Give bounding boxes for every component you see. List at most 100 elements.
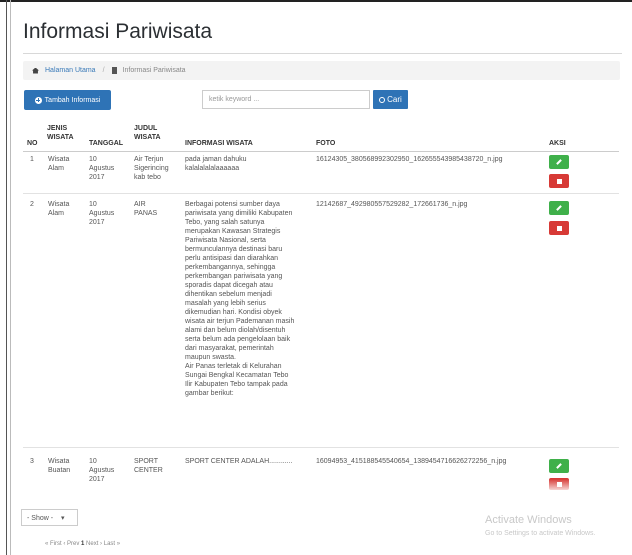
edit-button[interactable] xyxy=(549,155,569,169)
cell-no: 1 xyxy=(30,156,34,163)
cell-line: Wisata xyxy=(48,201,70,208)
header-aksi: AKSI xyxy=(549,140,566,147)
cell-informasi: Berbagai potensi sumber daya pariwisata … xyxy=(185,200,310,398)
pager-first[interactable]: « First xyxy=(45,541,62,547)
cell-line: 2017 xyxy=(89,219,105,226)
add-information-button[interactable]: Tambah Informasi xyxy=(24,90,111,110)
cell-line: dari masyarakat, pemerintah xyxy=(185,345,274,352)
edit-button[interactable] xyxy=(549,201,569,215)
window-top-border xyxy=(0,0,632,2)
breadcrumb-current: Informasi Pariwisata xyxy=(122,67,186,74)
cell-jenis: Wisata Alam xyxy=(48,155,69,173)
cell-line: pada jaman dahuku xyxy=(185,156,247,163)
cell-line: 2017 xyxy=(89,476,105,483)
cell-line: maupun swasta. xyxy=(185,354,236,361)
search-button[interactable]: Cari xyxy=(373,90,408,109)
cell-foto: 16094953_415188545540654_138945471662627… xyxy=(316,458,507,465)
search-button-label: Cari xyxy=(387,95,402,104)
plus-circle-icon xyxy=(34,96,42,104)
header-no: NO xyxy=(27,140,38,147)
cell-tanggal: 10 Agustus 2017 xyxy=(89,457,114,484)
cell-jenis: Wisata Alam xyxy=(48,200,69,218)
edit-button[interactable] xyxy=(549,459,569,473)
cell-line: dikemudian hari. Kondisi obyek xyxy=(185,309,282,316)
cell-tanggal: 10 Agustus 2017 xyxy=(89,200,114,227)
cell-foto: 16124305_380568992302950_162655543985438… xyxy=(316,156,503,163)
cell-line: Sungai Bengkal Kecamatan Tebo xyxy=(185,372,289,379)
cell-line: Ilir Kabupaten Tebo tampak pada xyxy=(185,381,288,388)
cell-informasi: pada jaman dahuku kalalalalalaaaaaa xyxy=(185,155,247,173)
file-icon xyxy=(111,67,117,74)
delete-button[interactable] xyxy=(549,221,569,235)
pager-current[interactable]: 1 xyxy=(81,541,84,547)
cell-line: Buatan xyxy=(48,467,71,474)
title-divider xyxy=(23,53,622,54)
cell-informasi: SPORT CENTER ADALAH............ xyxy=(185,458,293,465)
header-jenis-wisata: JENIS WISATA xyxy=(47,124,74,142)
cell-line: wisata air terjun Pademanan masih xyxy=(185,318,295,325)
cell-line: sporadis dapat dicegah atau xyxy=(185,282,273,289)
cell-line: serta belum ada pengelolaan baik xyxy=(185,336,291,343)
cell-line: gambar berikut: xyxy=(185,390,234,397)
show-entries-select[interactable]: - Show - ▾ xyxy=(21,509,78,526)
cell-line: bermunculannya destinasi baru xyxy=(185,246,283,253)
cell-line: Air Panas terletak di Kelurahan xyxy=(185,363,282,370)
cell-line: 10 xyxy=(89,156,97,163)
cell-no: 2 xyxy=(30,201,34,208)
header-judul-line: WISATA xyxy=(134,134,161,141)
cell-line: perkembangan pariwisata yang xyxy=(185,273,283,280)
header-jenis-line: WISATA xyxy=(47,134,74,141)
header-judul-line: JUDUL xyxy=(134,125,158,132)
cell-line: masalah yang lebih serius xyxy=(185,300,266,307)
window-left-inner-border xyxy=(10,0,11,555)
cell-line: alami dan belum diolah/disentuh xyxy=(185,327,286,334)
cell-line: 10 xyxy=(89,201,97,208)
trash-icon xyxy=(556,178,562,184)
table-header-divider xyxy=(23,151,619,152)
window-left-border xyxy=(6,0,7,555)
scroll-fade xyxy=(300,479,632,493)
cell-line: 10 xyxy=(89,458,97,465)
cell-line: kab tebo xyxy=(134,174,161,181)
activate-windows-title: Activate Windows xyxy=(485,514,572,526)
pager-prev[interactable]: ‹ Prev xyxy=(63,541,79,547)
cell-line: pariwisata yang dimiliki Kabupaten xyxy=(185,210,293,217)
activate-windows-subtitle: Go to Settings to activate Windows. xyxy=(485,530,596,537)
row-divider xyxy=(23,447,619,448)
pager-next[interactable]: Next › xyxy=(86,541,102,547)
cell-line: Air Terjun xyxy=(134,156,164,163)
pager-last[interactable]: Last » xyxy=(104,541,120,547)
header-informasi-wisata: INFORMASI WISATA xyxy=(185,140,253,147)
header-tanggal: TANGGAL xyxy=(89,140,124,147)
cell-line: Alam xyxy=(48,165,64,172)
pencil-icon xyxy=(556,159,562,165)
cell-line: perlu antisipasi dan diarahkan xyxy=(185,255,279,262)
search-input[interactable]: ketik keyword ... xyxy=(202,90,370,109)
cell-line: dihentikan sebelum menjadi xyxy=(185,291,272,298)
cell-line: Sigerincing xyxy=(134,165,169,172)
header-judul-wisata: JUDUL WISATA xyxy=(134,124,161,142)
show-entries-label: - Show - xyxy=(27,515,54,522)
cell-line: AIR xyxy=(134,201,146,208)
search-icon xyxy=(379,96,386,103)
breadcrumb-home-link[interactable]: Halaman Utama xyxy=(45,67,96,74)
cell-line: Berbagai potensi sumber daya xyxy=(185,201,280,208)
trash-icon xyxy=(556,225,562,231)
cell-line: Agustus xyxy=(89,467,115,474)
cell-line: perkembangannya, sehingga xyxy=(185,264,276,271)
delete-button[interactable] xyxy=(549,174,569,188)
cell-line: merupakan Kawasan Strategis xyxy=(185,228,281,235)
pagination: « First ‹ Prev 1 Next › Last » xyxy=(45,541,120,547)
cell-judul: SPORT CENTER xyxy=(134,457,163,475)
cell-line: Wisata xyxy=(48,458,70,465)
cell-line: Agustus xyxy=(89,165,115,172)
cell-line: Agustus xyxy=(89,210,115,217)
row-divider xyxy=(23,193,619,194)
chevron-down-icon: ▾ xyxy=(61,515,65,522)
breadcrumb-separator: / xyxy=(102,67,105,74)
pencil-icon xyxy=(556,205,562,211)
header-foto: FOTO xyxy=(316,140,336,147)
cell-line: 2017 xyxy=(89,174,105,181)
cell-foto: 12142687_492980557529282_172661736_n.jpg xyxy=(316,201,468,208)
home-icon xyxy=(32,67,39,74)
